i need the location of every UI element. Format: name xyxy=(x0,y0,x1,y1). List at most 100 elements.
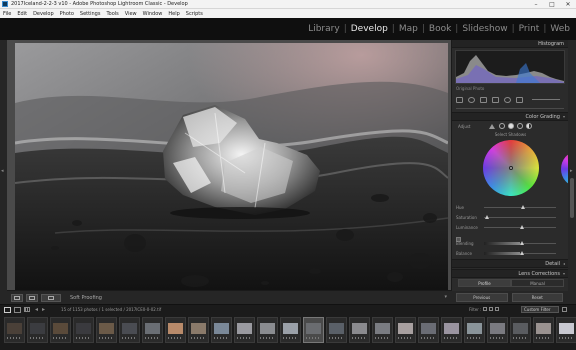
catalog-info[interactable]: 15 of 1153 photos / 1 selected / 2017ICE… xyxy=(61,307,161,312)
filmstrip-thumb[interactable] xyxy=(27,317,48,343)
minimize-button[interactable]: – xyxy=(528,0,544,9)
filmstrip-thumb[interactable] xyxy=(533,317,554,343)
filmstrip-thumb[interactable] xyxy=(510,317,531,343)
balance-slider[interactable] xyxy=(484,250,556,255)
filmstrip-thumb[interactable] xyxy=(96,317,117,343)
flag-filter-icon[interactable] xyxy=(483,307,487,311)
module-develop[interactable]: Develop xyxy=(351,24,388,34)
highlights-view-icon[interactable] xyxy=(516,123,523,129)
back-arrow-icon[interactable]: ◂ xyxy=(35,306,38,313)
module-map[interactable]: Map xyxy=(399,24,418,34)
hue-slider-row[interactable]: Hue xyxy=(456,204,566,210)
menu-tools[interactable]: Tools xyxy=(106,11,118,17)
filter-lock-icon[interactable] xyxy=(562,307,567,312)
second-window-icon[interactable] xyxy=(14,306,21,313)
module-web[interactable]: Web xyxy=(550,24,570,34)
scrollbar-thumb[interactable] xyxy=(570,178,574,218)
menu-window[interactable]: Window xyxy=(143,11,163,17)
tab-manual[interactable]: Manual xyxy=(511,279,564,287)
color-wheel[interactable] xyxy=(483,140,539,196)
flag-filter-icon[interactable] xyxy=(495,307,499,311)
tab-profile[interactable]: Profile xyxy=(458,279,511,287)
left-panel-collapsed[interactable]: ◂ xyxy=(0,40,7,304)
spot-removal-icon[interactable] xyxy=(468,96,475,103)
midtones-view-icon[interactable] xyxy=(507,123,514,129)
filmstrip-thumb[interactable] xyxy=(303,317,324,343)
luminance-slider[interactable] xyxy=(484,224,556,229)
global-view-icon[interactable] xyxy=(525,123,532,129)
collapse-right-panel-icon[interactable]: ▸ xyxy=(570,168,573,174)
histogram-header[interactable]: Histogram xyxy=(452,40,568,48)
three-way-view-icon[interactable] xyxy=(488,123,495,129)
main-window-icon[interactable] xyxy=(4,306,11,313)
menu-photo[interactable]: Photo xyxy=(60,11,74,17)
filmstrip-thumb[interactable] xyxy=(418,317,439,343)
color-grading-header[interactable]: Color Grading ▾ xyxy=(452,112,569,121)
blending-slider[interactable] xyxy=(484,240,556,245)
filmstrip-thumb[interactable] xyxy=(4,317,25,343)
filmstrip-thumb[interactable] xyxy=(119,317,140,343)
hue-slider[interactable] xyxy=(484,204,556,209)
filmstrip-thumb[interactable] xyxy=(464,317,485,343)
photo-canvas[interactable] xyxy=(7,40,451,304)
module-print[interactable]: Print xyxy=(519,24,540,34)
filmstrip-thumb[interactable] xyxy=(50,317,71,343)
saturation-slider[interactable] xyxy=(484,214,556,219)
menu-view[interactable]: View xyxy=(125,11,137,17)
adjustment-brush-icon[interactable] xyxy=(516,96,523,103)
hue-slider-knob[interactable] xyxy=(520,204,525,209)
loupe-view-button[interactable] xyxy=(11,293,23,302)
filmstrip-thumb[interactable] xyxy=(211,317,232,343)
filmstrip-thumb[interactable] xyxy=(142,317,163,343)
flag-filter-icon[interactable] xyxy=(489,307,493,311)
saturation-slider-knob[interactable] xyxy=(485,214,490,219)
filmstrip-thumb[interactable] xyxy=(441,317,462,343)
filmstrip-thumb[interactable] xyxy=(234,317,255,343)
filmstrip-thumb[interactable] xyxy=(188,317,209,343)
filmstrip[interactable] xyxy=(0,314,576,350)
filmstrip-thumb[interactable] xyxy=(395,317,416,343)
grid-view-icon[interactable] xyxy=(24,307,30,312)
balance-slider-row[interactable]: Balance xyxy=(456,250,566,256)
menu-scripts[interactable]: Scripts xyxy=(186,11,203,17)
filmstrip-thumb[interactable] xyxy=(372,317,393,343)
filmstrip-thumb[interactable] xyxy=(556,317,576,343)
soft-proofing-checkbox[interactable]: Soft Proofing xyxy=(70,295,102,301)
maximize-button[interactable]: □ xyxy=(544,0,560,9)
crop-tool-icon[interactable] xyxy=(456,96,463,103)
menu-develop[interactable]: Develop xyxy=(33,11,54,17)
color-wheel-handle[interactable] xyxy=(509,166,513,170)
balance-slider-knob[interactable] xyxy=(520,250,524,255)
menu-file[interactable]: File xyxy=(3,11,11,17)
yy-compare-button[interactable] xyxy=(26,293,38,302)
forward-arrow-icon[interactable]: ▸ xyxy=(42,306,45,313)
expand-left-panel-icon[interactable]: ◂ xyxy=(1,168,4,174)
blending-slider-row[interactable]: Blending xyxy=(456,240,566,246)
previous-button[interactable]: Previous xyxy=(456,293,508,302)
module-book[interactable]: Book xyxy=(429,24,451,34)
shadows-view-icon[interactable] xyxy=(498,123,505,129)
radial-filter-icon[interactable] xyxy=(504,96,511,103)
filmstrip-thumb[interactable] xyxy=(280,317,301,343)
filmstrip-thumb[interactable] xyxy=(165,317,186,343)
reset-button[interactable]: Reset xyxy=(511,293,563,302)
luminance-slider-knob[interactable] xyxy=(520,224,524,229)
red-eye-icon[interactable] xyxy=(480,96,487,103)
close-button[interactable]: ✕ xyxy=(560,0,576,9)
filmstrip-thumb[interactable] xyxy=(257,317,278,343)
detail-header[interactable]: Detail ◂ xyxy=(452,259,569,268)
filmstrip-thumb[interactable] xyxy=(326,317,347,343)
module-library[interactable]: Library xyxy=(308,24,339,34)
histogram[interactable] xyxy=(455,50,565,84)
graduated-filter-icon[interactable] xyxy=(492,96,499,103)
menu-edit[interactable]: Edit xyxy=(17,11,27,17)
module-slideshow[interactable]: Slideshow xyxy=(462,24,507,34)
blending-slider-knob[interactable] xyxy=(520,240,524,245)
right-panel-scrollbar[interactable]: ▸ xyxy=(568,40,576,304)
filmstrip-thumb[interactable] xyxy=(73,317,94,343)
luminance-slider-row[interactable]: Luminance xyxy=(456,224,566,230)
menu-settings[interactable]: Settings xyxy=(80,11,101,17)
lens-corrections-header[interactable]: Lens Corrections ▾ xyxy=(452,269,569,278)
before-after-button[interactable] xyxy=(41,293,61,302)
saturation-slider-row[interactable]: Saturation xyxy=(456,214,566,220)
